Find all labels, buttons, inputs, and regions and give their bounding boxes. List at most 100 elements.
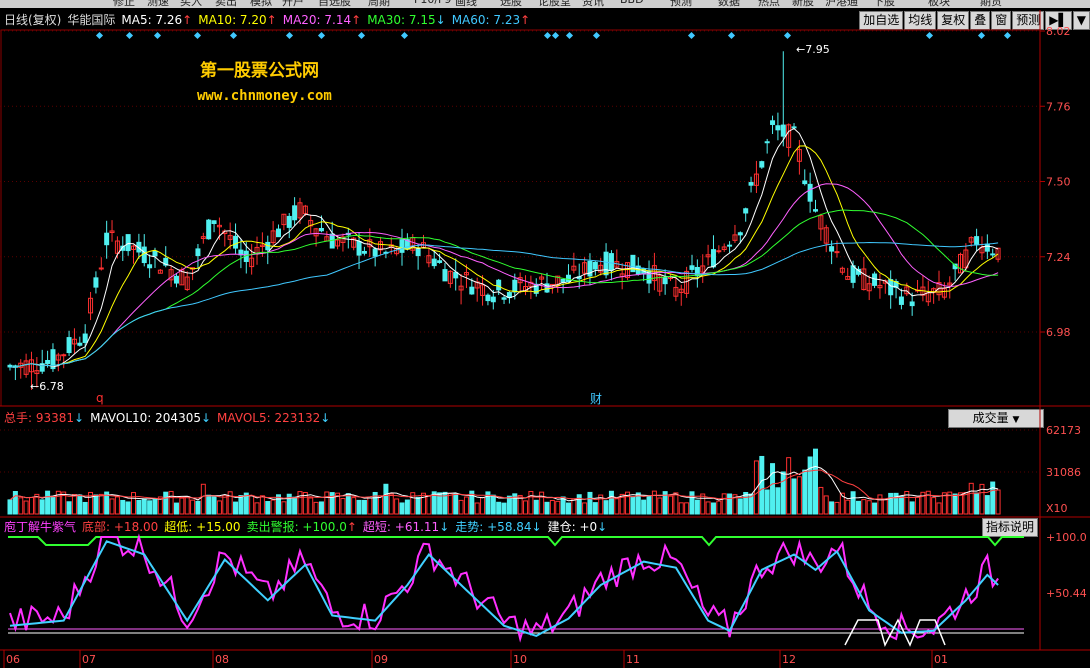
volume-bar [823, 495, 829, 515]
candle-body [485, 294, 491, 302]
volume-bar [533, 499, 539, 515]
volume-bar [173, 502, 179, 515]
candle-body [813, 209, 818, 212]
candle-body [356, 240, 362, 256]
volume-bar [399, 502, 405, 515]
candle-body [689, 265, 695, 270]
candle-body [501, 297, 507, 300]
volume-bar [23, 500, 29, 515]
candle-body [872, 273, 878, 286]
volume-bar [882, 499, 888, 515]
candle-body [974, 236, 980, 245]
volume-bar [249, 495, 255, 515]
volume-bar [898, 495, 904, 515]
candle-body [496, 279, 502, 291]
candle-body [898, 296, 904, 305]
volume-bar [45, 490, 51, 515]
candle-body [850, 265, 856, 283]
volume-bar [394, 498, 400, 515]
candle-body [807, 183, 813, 202]
volume-bar [152, 498, 158, 515]
sell-alert-line [8, 536, 1024, 547]
diamond-marker [95, 31, 104, 40]
volume-bar [12, 491, 18, 515]
volume-bar [855, 500, 861, 515]
event-marker: q [96, 391, 104, 405]
diamond-marker [193, 31, 202, 40]
event-marker: 财 [590, 392, 602, 406]
volume-bar [770, 463, 776, 515]
diamond-marker [357, 31, 366, 40]
candle-body [195, 248, 201, 257]
volume-bar [796, 476, 802, 515]
price-tick-label: 8.02 [1046, 25, 1071, 38]
volume-bar [356, 499, 362, 515]
short-term-line [9, 533, 999, 643]
candle-body [82, 333, 88, 343]
indicator-tick-label: +100.0 [1046, 531, 1087, 544]
volume-bar [474, 502, 480, 515]
volume-bar [190, 499, 196, 515]
volume-bar [125, 501, 131, 515]
candle-body [512, 279, 518, 293]
volume-bar [324, 491, 330, 515]
candle-body [710, 249, 716, 268]
volume-bar [555, 500, 561, 515]
volume-bar [388, 493, 394, 515]
candle-body [104, 232, 110, 246]
volume-bar [50, 496, 56, 515]
candle-body [603, 251, 609, 276]
diamond-marker [229, 31, 238, 40]
candle-body [173, 275, 179, 284]
volume-bar [82, 501, 88, 515]
ma-line [9, 127, 999, 368]
x-tick-label: 06 [6, 653, 20, 666]
volume-bar [614, 498, 620, 515]
volume-bar [345, 493, 351, 515]
indicator-tick-label: +50.44 [1046, 587, 1087, 600]
volume-bar [834, 501, 840, 515]
volume-bar [786, 457, 792, 515]
diamond-marker [925, 31, 934, 40]
volume-bar [351, 497, 357, 515]
volume-bar [216, 500, 222, 515]
volume-bar [764, 489, 770, 515]
price-tick-label: 6.98 [1046, 326, 1071, 339]
volume-bar [957, 492, 963, 515]
watermark-name: 第一股票公式网 [200, 60, 319, 81]
volume-bar [163, 491, 169, 515]
candle-body [775, 125, 781, 131]
volume-bar [963, 491, 969, 515]
volume-bar [93, 494, 99, 515]
candle-body [780, 124, 786, 137]
volume-bar [206, 494, 212, 515]
candle-body [770, 120, 776, 125]
volume-bar [313, 501, 319, 515]
volume-bar [909, 501, 915, 515]
volume-bar [420, 492, 426, 515]
candle-body [276, 228, 281, 238]
candle-body [748, 182, 754, 186]
volume-bar [147, 500, 153, 515]
volume-bar [179, 497, 185, 515]
volume-bar [378, 495, 384, 515]
watermark-url: www.chnmoney.com [197, 88, 332, 104]
volume-bar [673, 492, 679, 515]
volume-bar [727, 493, 733, 515]
volume-bar [136, 499, 142, 515]
x-tick-label: 01 [934, 653, 948, 666]
stock-chart-canvas[interactable]: 8.02 7.76 7.50 7.24 6.98 ←7.95 ←6.78 q 财 第一股票公式网 w… [0, 0, 1090, 668]
volume-bar [759, 455, 765, 515]
diamond-marker [1003, 31, 1012, 40]
volume-bar [995, 489, 1001, 515]
volume-bar [571, 498, 577, 515]
candle-body [834, 251, 840, 254]
volume-bar [39, 499, 45, 515]
diamond-marker [977, 31, 986, 40]
candle-body [437, 260, 443, 263]
volume-bar [18, 497, 24, 515]
volume-bar [168, 490, 174, 515]
volume-bar [866, 500, 872, 515]
volume-bar [523, 500, 529, 515]
volume-bar [608, 490, 614, 515]
